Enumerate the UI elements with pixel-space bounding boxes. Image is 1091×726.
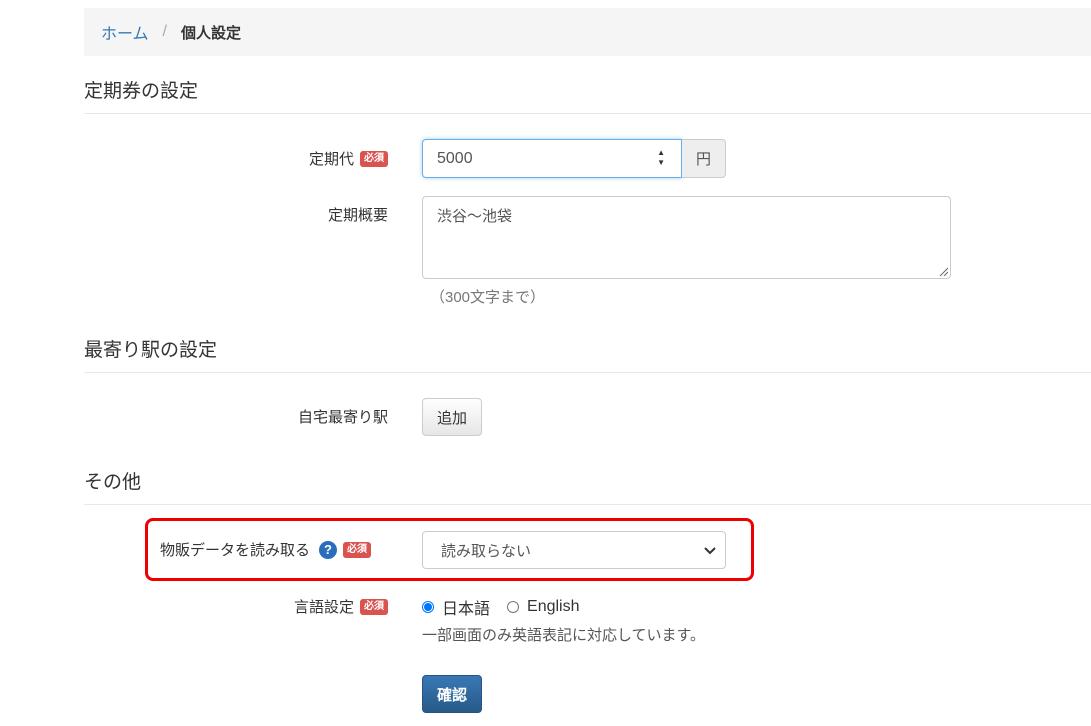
section-title-commuter: 定期券の設定: [84, 76, 1091, 114]
resize-handle-icon[interactable]: [938, 266, 948, 276]
breadcrumb-separator: /: [162, 23, 167, 40]
required-badge: 必須: [360, 150, 388, 167]
summary-label-text: 定期概要: [327, 207, 388, 224]
fare-input-value: 5000: [437, 149, 473, 167]
language-radio-group: 日本語 English: [422, 595, 580, 619]
fare-label-text: 定期代: [308, 151, 354, 168]
language-hint: 一部画面のみ英語表記に対応しています。: [422, 627, 706, 644]
home-station-label-text: 自宅最寄り駅: [297, 409, 388, 426]
product-data-label: 物販データを読み取る ? 必須: [160, 539, 372, 560]
add-station-button[interactable]: 追加: [422, 398, 482, 436]
confirm-button[interactable]: 確認: [422, 675, 482, 713]
required-badge: 必須: [360, 598, 388, 615]
home-station-label: 自宅最寄り駅: [298, 406, 388, 427]
section-title-station: 最寄り駅の設定: [84, 335, 1091, 373]
radio-japanese[interactable]: [422, 601, 434, 613]
radio-japanese-label[interactable]: 日本語: [442, 595, 490, 619]
product-data-label-text: 物販データを読み取る: [160, 542, 311, 559]
breadcrumb-current: 個人設定: [180, 24, 241, 42]
breadcrumb-home-link[interactable]: ホーム: [101, 20, 149, 44]
summary-value: 渋谷〜池袋: [437, 208, 513, 225]
radio-english-label[interactable]: English: [527, 598, 579, 616]
product-data-select[interactable]: 読み取らない: [422, 531, 726, 569]
fare-label: 定期代 必須: [309, 148, 388, 169]
language-label-text: 言語設定: [293, 599, 354, 616]
summary-hint: （300文字まで）: [430, 289, 546, 306]
language-label: 言語設定 必須: [294, 596, 388, 617]
breadcrumb: ホーム / 個人設定: [84, 8, 1091, 56]
required-badge: 必須: [343, 541, 372, 558]
fare-unit-addon: 円: [682, 139, 726, 178]
summary-label: 定期概要: [328, 204, 388, 225]
chevron-down-icon: [704, 547, 716, 555]
fare-input[interactable]: 5000 ▲ ▼: [422, 139, 682, 178]
section-title-other: その他: [84, 467, 1091, 505]
help-icon[interactable]: ?: [319, 540, 338, 559]
spinner-icon[interactable]: ▲ ▼: [657, 148, 665, 168]
radio-english[interactable]: [507, 601, 520, 613]
summary-textarea[interactable]: 渋谷〜池袋: [422, 196, 951, 279]
product-data-select-value: 読み取らない: [441, 542, 532, 560]
